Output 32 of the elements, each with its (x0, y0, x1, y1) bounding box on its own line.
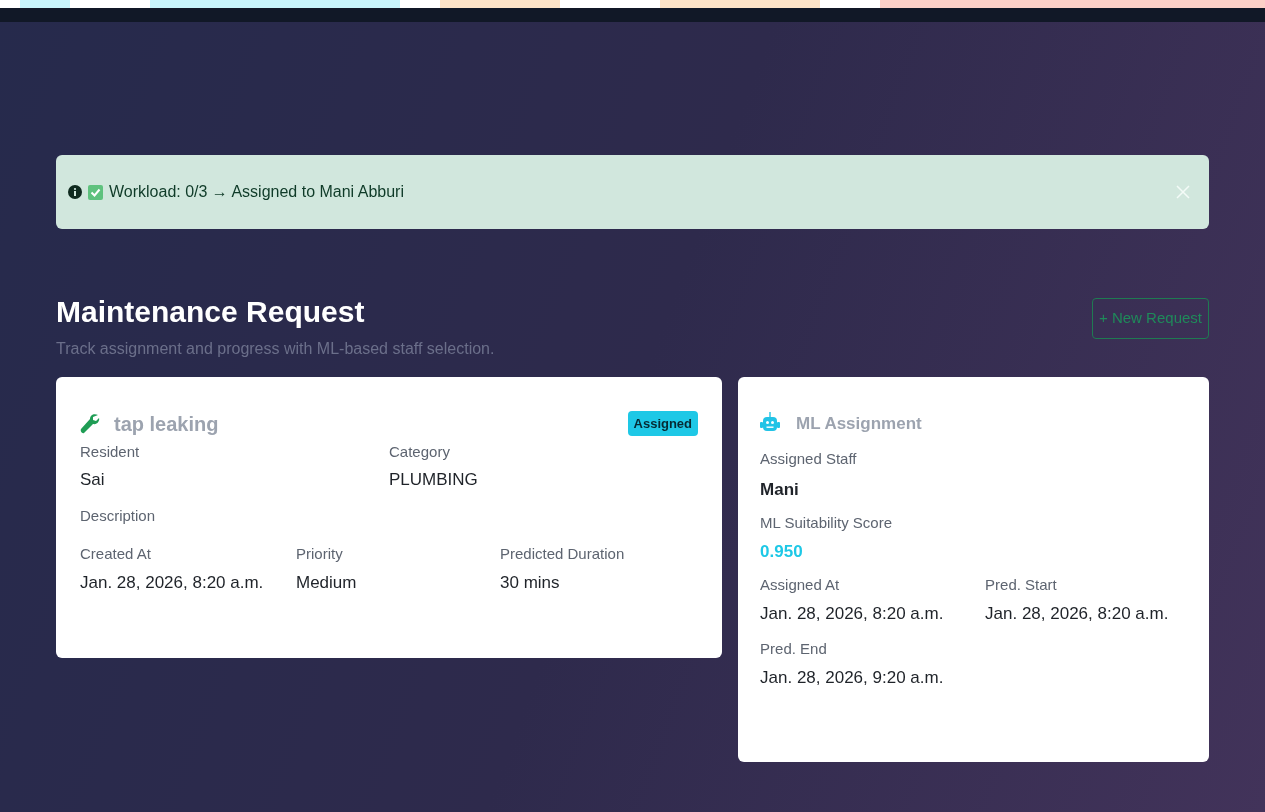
field-label: Resident (80, 441, 141, 462)
request-title: tap leaking (114, 411, 219, 437)
field-label: Assigned At (760, 575, 841, 595)
suitability-score: 0.950 (760, 540, 804, 563)
field-value: PLUMBING (389, 469, 479, 491)
staff-name: Mani (760, 478, 800, 501)
field-value: Jan. 28, 2026, 8:20 a.m. (985, 602, 1170, 625)
status-badge: Assigned (627, 410, 699, 437)
field-value: 30 mins (500, 571, 561, 594)
checkmark-icon (88, 184, 103, 200)
new-request-button[interactable]: + New Request (1092, 298, 1209, 339)
field-value: Jan. 28, 2026, 8:20 a.m. (760, 602, 945, 625)
field-value: Jan. 28, 2026, 9:20 a.m. (760, 666, 945, 689)
field-label: Predicted Duration (500, 544, 626, 564)
field-label: Pred. Start (985, 575, 1058, 595)
alert-message: Workload: 0/3 → Assigned to Mani Abburi (109, 182, 404, 202)
field-value: Jan. 28, 2026, 8:20 a.m. (80, 571, 265, 594)
field-label: ML Suitability Score (760, 513, 894, 533)
wrench-icon (80, 412, 100, 435)
field-value: Medium (296, 571, 358, 594)
info-icon (68, 185, 82, 199)
ml-card-title: ML Assignment (796, 412, 922, 435)
field-label: Description (80, 505, 157, 526)
close-icon (1175, 184, 1191, 200)
field-label: Pred. End (760, 639, 828, 659)
field-label: Category (389, 441, 451, 462)
page-subtitle: Track assignment and progress with ML-based staff selection. (56, 338, 495, 359)
field-label: Priority (296, 544, 344, 564)
field-label: Created At (80, 544, 152, 564)
field-label: Assigned Staff (760, 449, 858, 469)
field-value: Sai (80, 469, 106, 491)
page-title: Maintenance Request (56, 294, 366, 330)
